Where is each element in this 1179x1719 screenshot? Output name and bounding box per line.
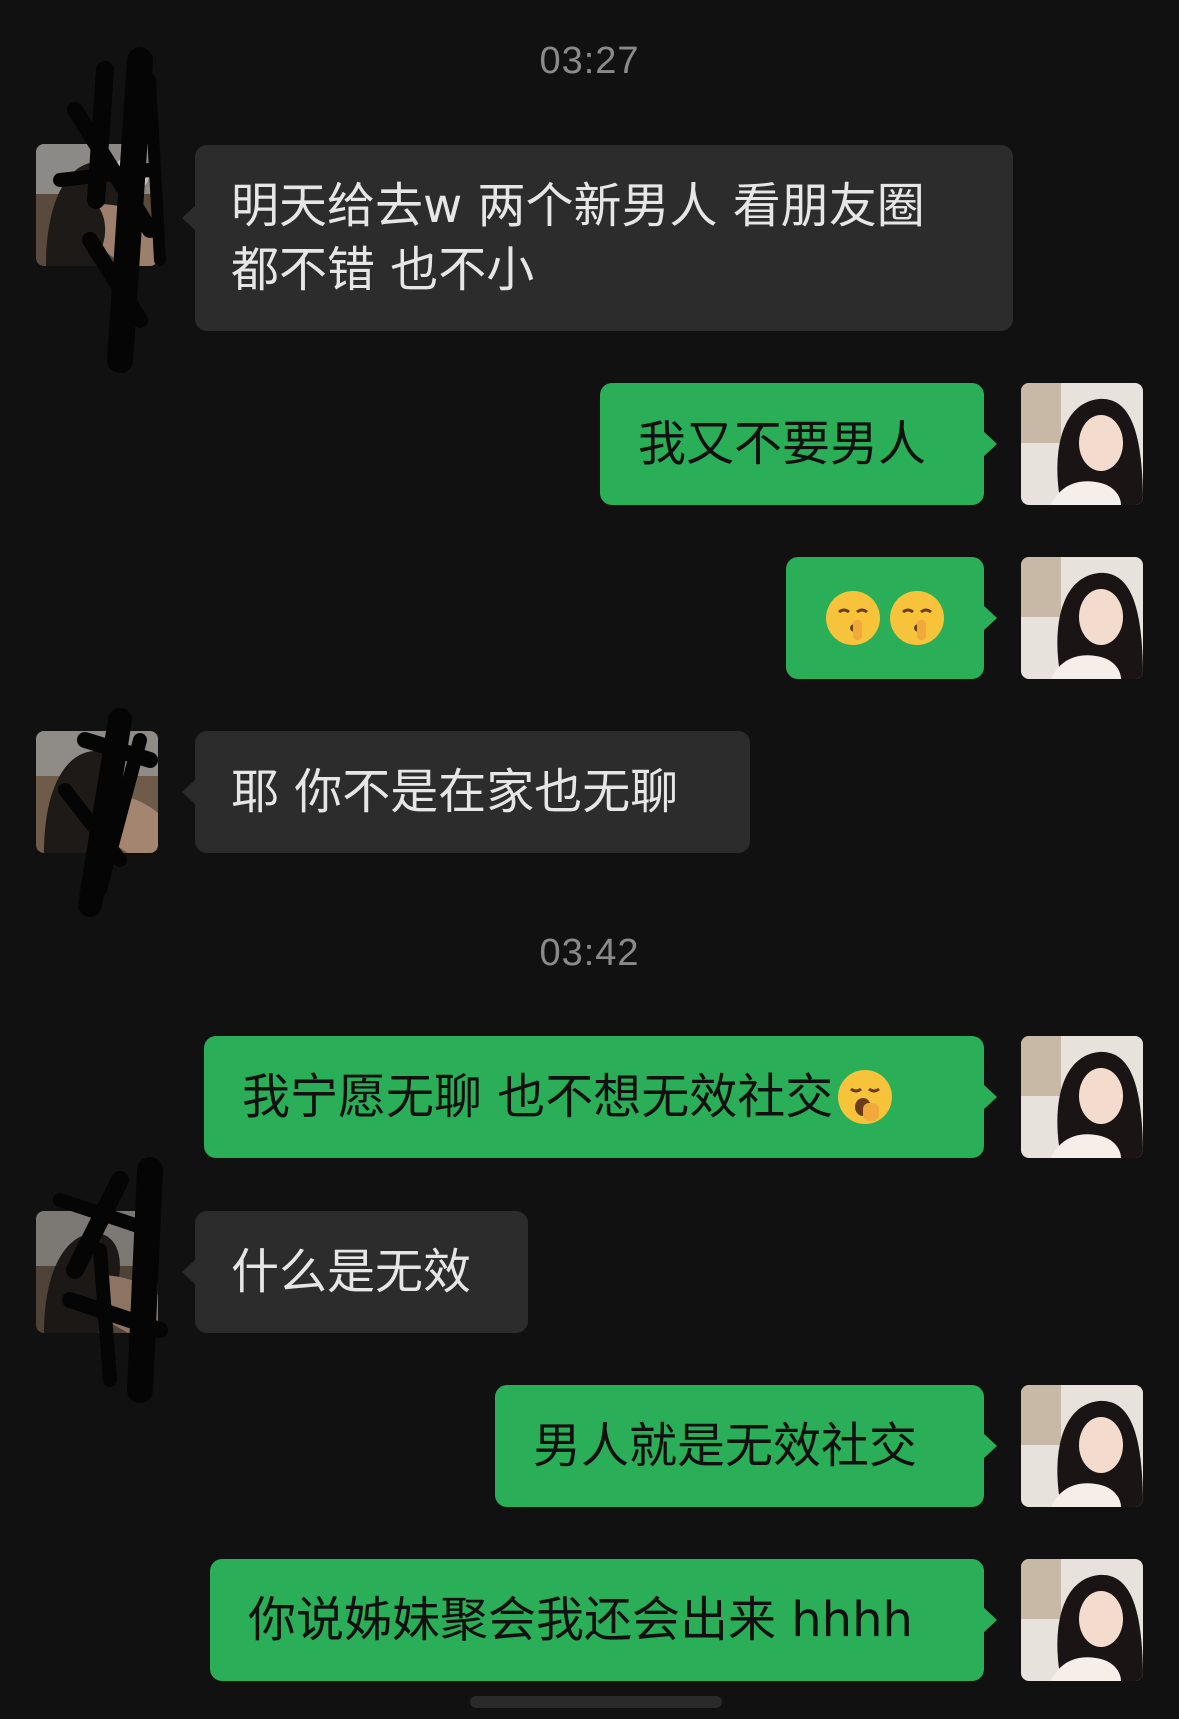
bubble-tail (983, 1084, 997, 1110)
home-indicator[interactable] (470, 1696, 722, 1708)
shushing-face-emoji (825, 590, 881, 646)
message-bubble-outgoing[interactable]: 你说姊妹聚会我还会出来 hhhh (210, 1559, 997, 1681)
message-bubble-incoming[interactable]: 明天给去w 两个新男人 看朋友圈 都不错 也不小 (182, 145, 1013, 331)
message-text: 男人就是无效社交 (533, 1418, 918, 1474)
message-text: 我宁愿无聊 也不想无效社交 (242, 1069, 834, 1125)
message-bubble-outgoing[interactable]: 我又不要男人 (600, 383, 997, 505)
bubble-tail (983, 1607, 997, 1633)
timestamp-1: 03:27 (539, 40, 640, 82)
message-text: 你说姊妹聚会我还会出来 hhhh (248, 1592, 913, 1648)
message-bubble-outgoing[interactable]: 我宁愿无聊 也不想无效社交 (204, 1036, 997, 1158)
bubble-tail (182, 779, 196, 805)
timestamp-2: 03:42 (539, 932, 640, 974)
my-avatar[interactable] (1021, 383, 1143, 505)
bubble-tail (983, 1433, 997, 1459)
my-avatar[interactable] (1021, 557, 1143, 679)
message-bubble-incoming[interactable]: 耶 你不是在家也无聊 (182, 731, 750, 853)
contact-avatar[interactable] (36, 1211, 158, 1333)
message-text: 明天给去w 两个新男人 看朋友圈 (231, 178, 925, 234)
bubble-tail (983, 605, 997, 631)
message-text: 都不错 也不小 (231, 242, 535, 298)
yawning-face-emoji (837, 1069, 893, 1125)
bubble-tail (983, 431, 997, 457)
contact-avatar[interactable] (36, 731, 158, 853)
message-text: 耶 你不是在家也无聊 (231, 764, 679, 820)
message-bubble-incoming[interactable]: 什么是无效 (182, 1211, 528, 1333)
message-text: 什么是无效 (231, 1244, 472, 1300)
my-avatar[interactable] (1021, 1036, 1143, 1158)
my-avatar[interactable] (1021, 1559, 1143, 1681)
bubble-tail (182, 205, 196, 231)
contact-avatar[interactable] (36, 144, 158, 266)
shushing-face-emoji (889, 590, 945, 646)
message-text: 我又不要男人 (638, 416, 927, 472)
message-bubble-outgoing[interactable]: 男人就是无效社交 (495, 1385, 997, 1507)
bubble-tail (182, 1259, 196, 1285)
message-bubble-outgoing[interactable] (786, 557, 997, 679)
my-avatar[interactable] (1021, 1385, 1143, 1507)
